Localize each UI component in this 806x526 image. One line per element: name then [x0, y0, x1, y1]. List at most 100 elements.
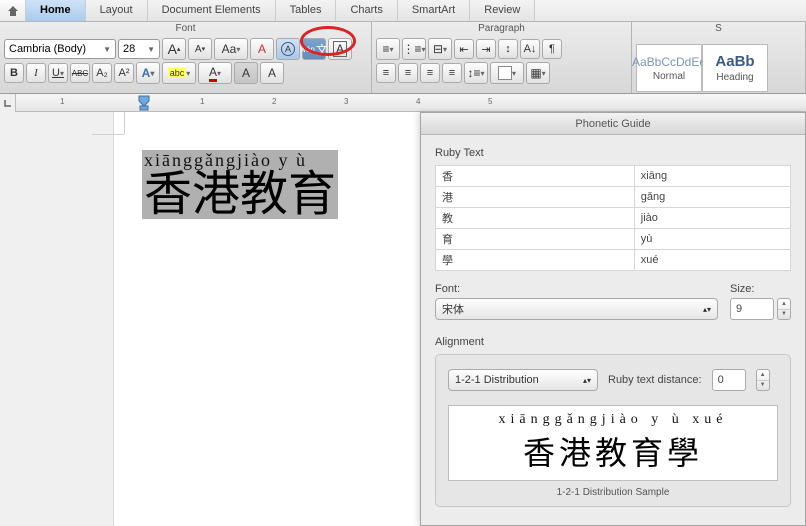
distance-stepper[interactable]: ▲▼ [756, 369, 770, 391]
align-right-button[interactable]: ≡ [420, 63, 440, 83]
align-center-button[interactable]: ≡ [398, 63, 418, 83]
base-cell[interactable]: 香 [436, 166, 635, 187]
style-normal-preview: AaBbCcDdEe [632, 55, 706, 69]
font-color-button[interactable]: A▾ [198, 62, 232, 84]
bullets-button[interactable]: ≡▾ [376, 38, 400, 60]
numbering-icon: ⋮≡ [402, 42, 421, 56]
tab-home[interactable]: Home [26, 0, 86, 21]
superscript-button[interactable]: A² [114, 63, 134, 83]
phonetic-guide-button[interactable]: wén文 [302, 38, 326, 60]
margin-guide-v [124, 112, 125, 134]
underline-button[interactable]: U▾ [48, 63, 68, 83]
table-row: 教jiào [436, 208, 791, 229]
numbering-button[interactable]: ⋮≡▾ [402, 38, 426, 60]
preview-caption: 1-2-1 Distribution Sample [448, 487, 778, 498]
tab-document-elements[interactable]: Document Elements [148, 0, 276, 21]
ruby-cell[interactable]: gǎng [634, 187, 790, 208]
subscript-button[interactable]: A₂ [92, 63, 112, 83]
sort-icon: A↓ [524, 43, 537, 55]
style-heading-preview: AaBb [715, 53, 754, 70]
font-name-combo[interactable]: Cambria (Body)▼ [4, 39, 116, 59]
page-gutter [0, 112, 114, 526]
base-cell[interactable]: 學 [436, 250, 635, 271]
preview-base-line: 香港教育學 [459, 428, 767, 474]
alignment-label: Alignment [435, 336, 791, 348]
font-size-combo[interactable]: 28▼ [118, 39, 160, 59]
ruby-cell[interactable]: xué [634, 250, 790, 271]
ruby-size-stepper[interactable]: ▲▼ [777, 298, 791, 320]
enclose-icon: A [281, 42, 295, 56]
change-case-button[interactable]: Aa▾ [214, 38, 248, 60]
justify-button[interactable]: ≡ [442, 63, 462, 83]
ruby-cell[interactable]: yù [634, 229, 790, 250]
distance-field[interactable]: 0 [712, 369, 746, 391]
borders-button[interactable]: ▦▾ [526, 62, 550, 84]
highlight-icon: abc [168, 68, 187, 78]
table-row: 香xiāng [436, 166, 791, 187]
decrease-indent-button[interactable]: ⇤ [454, 39, 474, 59]
ruby-text-label: Ruby Text [435, 147, 791, 159]
shading-swatch [498, 66, 512, 80]
tab-selector[interactable] [0, 94, 16, 112]
ruby-cell[interactable]: xiāng [634, 166, 790, 187]
shading-color-button[interactable]: ▾ [490, 62, 524, 84]
indent-icon: ⇥ [481, 43, 490, 56]
multilevel-list-button[interactable]: ⊟▾ [428, 38, 452, 60]
change-case-icon: Aa [222, 42, 237, 56]
base-cell[interactable]: 港 [436, 187, 635, 208]
alignment-combo[interactable]: 1-2-1 Distribution ▴▾ [448, 369, 598, 391]
font-name-value: Cambria (Body) [9, 43, 86, 55]
align-left-button[interactable]: ≡ [376, 63, 396, 83]
size-label: Size: [730, 283, 791, 295]
underline-icon: U [52, 67, 60, 79]
first-line-indent-marker[interactable] [138, 95, 150, 109]
distance-label: Ruby text distance: [608, 374, 702, 386]
ruler-tick: 3 [344, 97, 348, 106]
italic-button[interactable]: I [26, 63, 46, 83]
shrink-font-button[interactable]: A▾ [188, 38, 212, 60]
style-heading[interactable]: AaBb Heading [702, 44, 768, 92]
tab-tables[interactable]: Tables [276, 0, 337, 21]
ruby-size-field[interactable]: 9 [730, 298, 774, 320]
group-title-paragraph: Paragraph [372, 22, 631, 36]
borders-icon: ▦ [530, 66, 541, 80]
clear-formatting-icon: A [258, 42, 266, 56]
font-color-icon: A [209, 65, 217, 82]
bold-button[interactable]: B [4, 63, 24, 83]
tab-charts[interactable]: Charts [336, 0, 397, 21]
text-effects-button[interactable]: A▾ [136, 62, 160, 84]
horizontal-ruler[interactable]: 1 1 2 3 4 5 [0, 94, 806, 112]
tab-review[interactable]: Review [470, 0, 535, 21]
enclose-characters-button[interactable]: A [276, 38, 300, 60]
justify-icon: ≡ [449, 67, 455, 79]
sort-button[interactable]: A↓ [520, 39, 540, 59]
strikethrough-button[interactable]: ABC [70, 63, 90, 83]
ruler-tick: 4 [416, 97, 420, 106]
character-border-button[interactable]: A [328, 38, 352, 60]
tab-smartart[interactable]: SmartArt [398, 0, 470, 21]
show-marks-button[interactable]: ¶ [542, 39, 562, 59]
dialog-title: Phonetic Guide [421, 113, 805, 135]
ruby-font-combo[interactable]: 宋体 ▴▾ [435, 298, 718, 320]
grow-font-button[interactable]: A▴ [162, 38, 186, 60]
text-direction-button[interactable]: ↕ [498, 39, 518, 59]
selected-text[interactable]: xiānggǎngjiào y ù 香港教育 [142, 150, 338, 219]
margin-guide-h [92, 134, 124, 135]
clear-formatting-button[interactable]: A [250, 38, 274, 60]
increase-indent-button[interactable]: ⇥ [476, 39, 496, 59]
base-cell[interactable]: 教 [436, 208, 635, 229]
highlight-button[interactable]: abc▾ [162, 62, 196, 84]
style-heading-label: Heading [716, 72, 753, 83]
character-shading-button[interactable]: A [234, 62, 258, 84]
ruby-cell[interactable]: jiào [634, 208, 790, 229]
align-center-icon: ≡ [405, 67, 411, 79]
tab-layout[interactable]: Layout [86, 0, 148, 21]
clear-char-button[interactable]: A [260, 62, 284, 84]
align-right-icon: ≡ [427, 67, 433, 79]
app-home-icon[interactable] [0, 0, 26, 21]
line-spacing-button[interactable]: ↕≡▾ [464, 62, 488, 84]
style-normal[interactable]: AaBbCcDdEe Normal [636, 44, 702, 92]
alignment-value: 1-2-1 Distribution [455, 374, 539, 386]
ruler-tick: 1 [200, 97, 204, 106]
base-cell[interactable]: 育 [436, 229, 635, 250]
